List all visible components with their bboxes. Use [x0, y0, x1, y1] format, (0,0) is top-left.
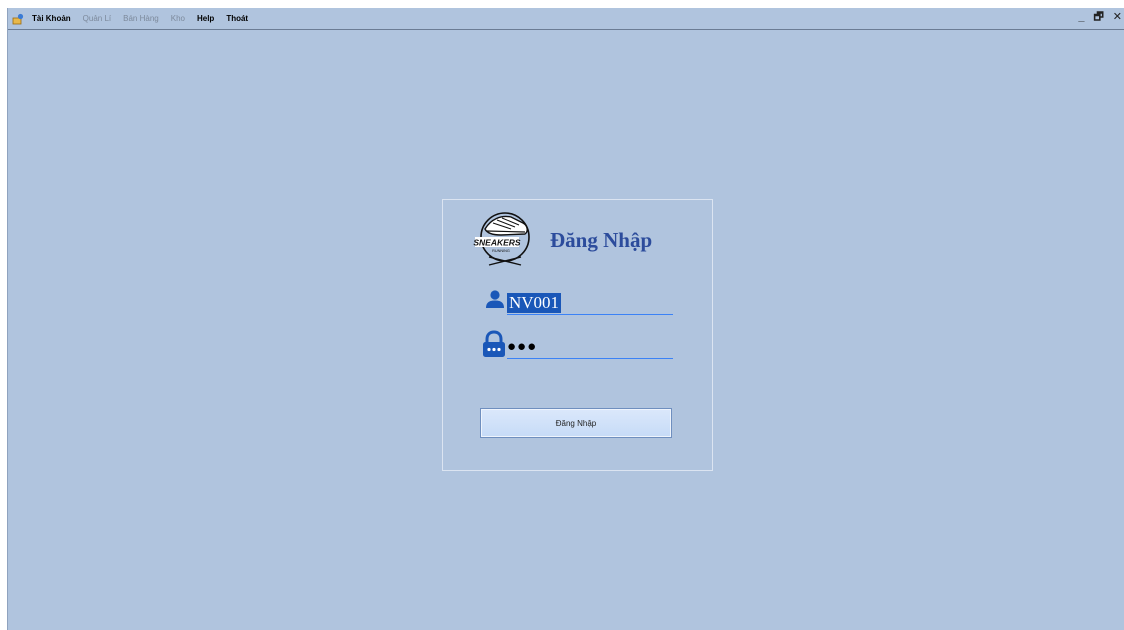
login-button[interactable]: Đăng Nhập	[480, 408, 672, 438]
password-input[interactable]: ●●●	[507, 335, 673, 359]
username-input[interactable]: NV001	[507, 291, 673, 315]
close-button[interactable]: ✕	[1113, 11, 1122, 23]
sneakers-running-logo: SNEAKERS RUNNING	[473, 212, 530, 266]
main-window: Tài Khoản Quản Lí Bán Hàng Kho Help Thoá…	[7, 8, 1124, 630]
password-value: ●●●	[507, 337, 538, 355]
username-value: NV001	[507, 292, 562, 313]
menu-item-ban-hang: Bán Hàng	[123, 14, 159, 23]
menu-item-help[interactable]: Help	[197, 14, 214, 23]
restore-button[interactable]: 🗗	[1093, 11, 1103, 23]
app-icon	[12, 13, 24, 24]
lock-icon	[483, 330, 505, 357]
login-panel: SNEAKERS RUNNING Đăng Nhập NV001 ●●● Đăn…	[442, 199, 713, 471]
logo-text-sub: RUNNING	[492, 249, 510, 253]
menu-item-thoat[interactable]: Thoát	[226, 14, 248, 23]
login-title: Đăng Nhập	[550, 228, 653, 252]
menu-item-quan-li: Quản Lí	[82, 14, 112, 23]
menu-bar: Tài Khoản Quản Lí Bán Hàng Kho Help Thoá…	[8, 8, 1124, 30]
menu-item-tai-khoan[interactable]: Tài Khoản	[32, 14, 71, 23]
minimize-button[interactable]: _	[1078, 11, 1084, 23]
window-controls: _ 🗗 ✕	[1078, 11, 1122, 23]
logo-text-main: SNEAKERS	[473, 238, 521, 248]
user-icon	[486, 290, 504, 308]
menu-item-kho: Kho	[170, 14, 185, 23]
